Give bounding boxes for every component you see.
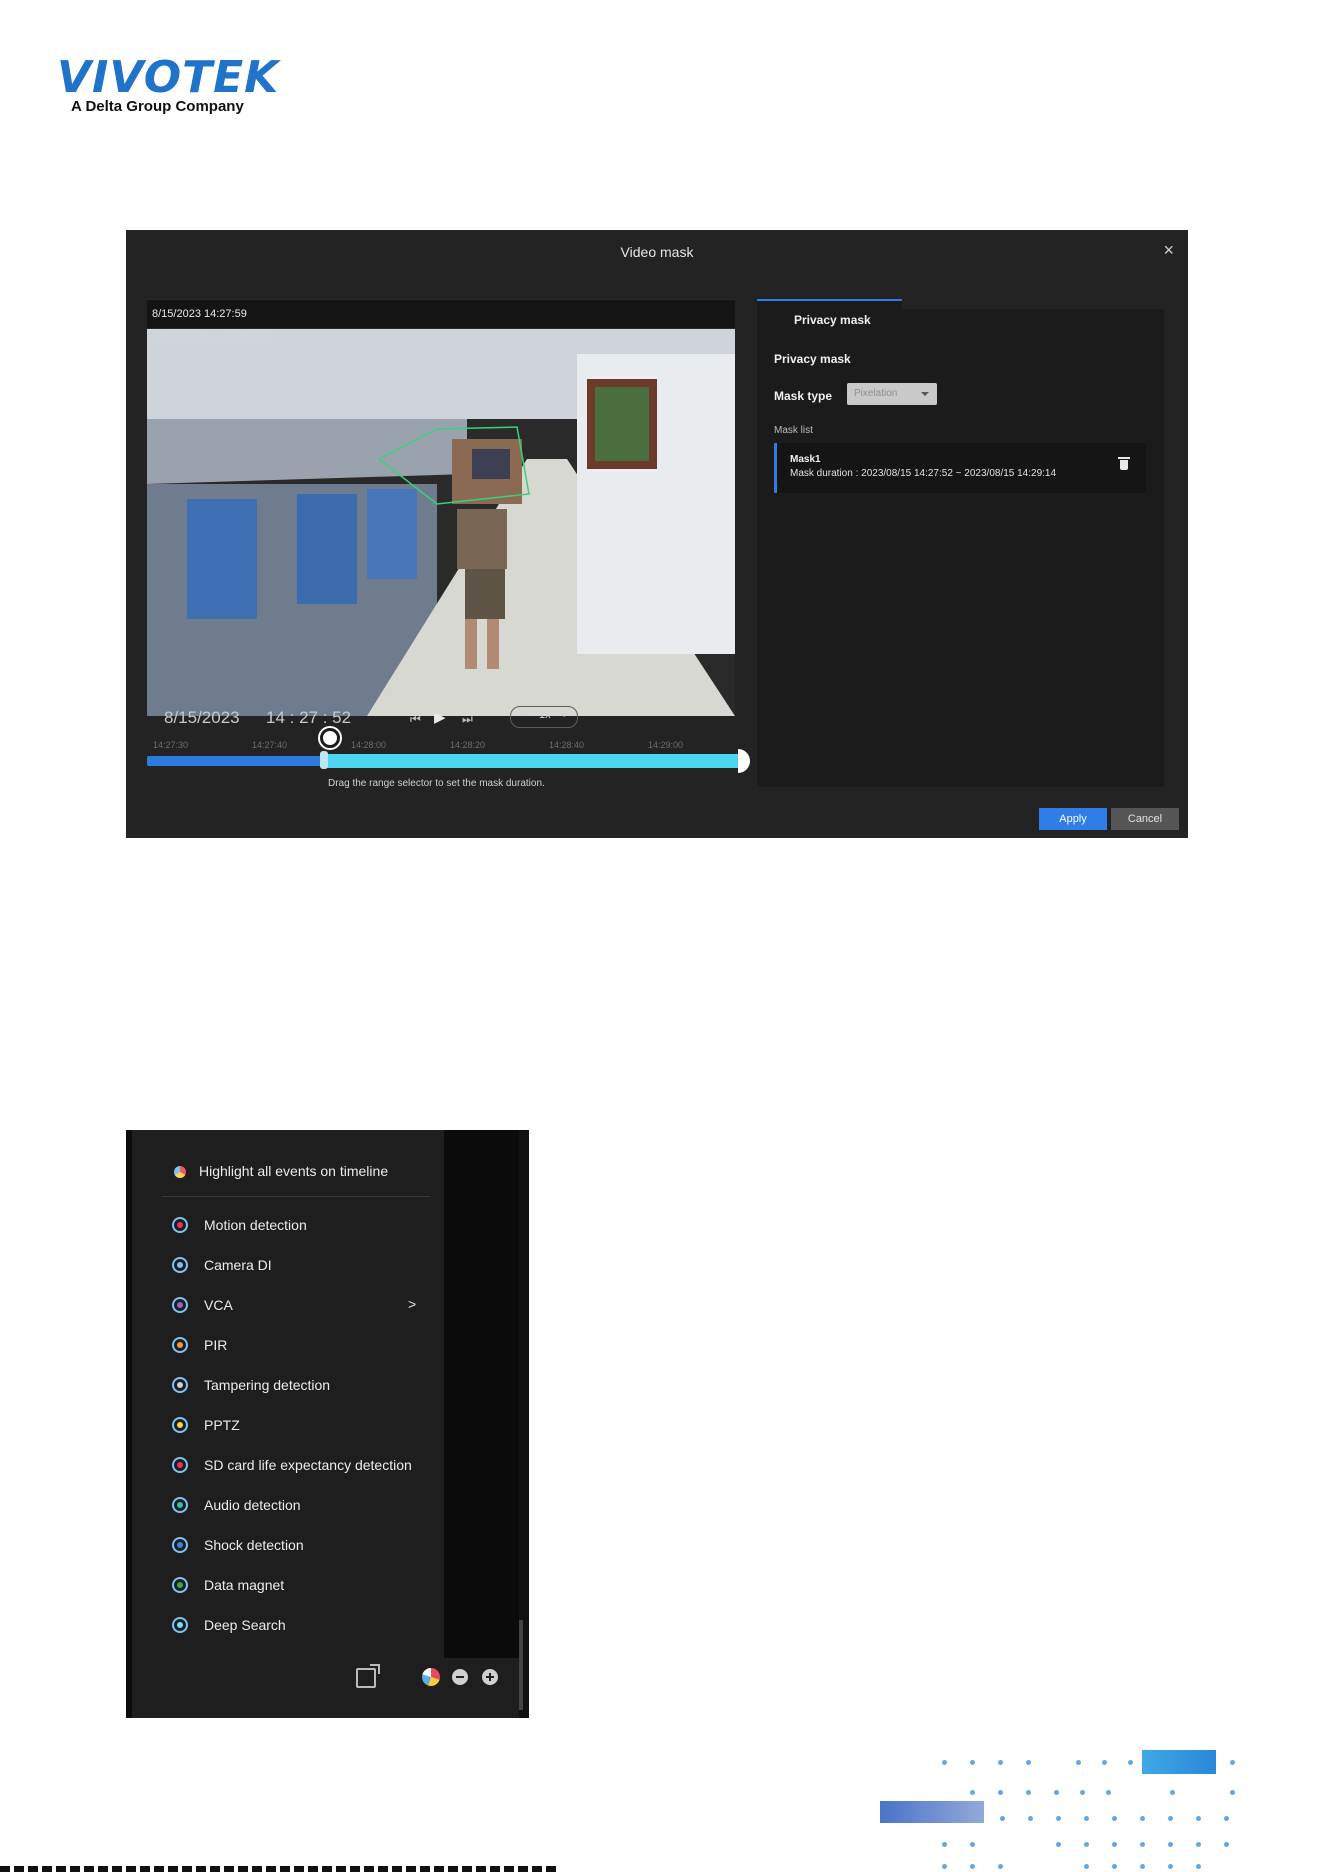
speed-increase-button[interactable]: + bbox=[561, 709, 567, 721]
radio-icon bbox=[172, 1377, 188, 1393]
logo-tagline: A Delta Group Company bbox=[71, 98, 244, 115]
tick-label: 14:27:40 bbox=[252, 740, 288, 750]
event-item-deep-search[interactable]: Deep Search bbox=[170, 1614, 440, 1638]
logo-word: VIVOTEK bbox=[57, 52, 280, 103]
event-item-vca[interactable]: VCA > bbox=[170, 1294, 440, 1318]
vivotek-logo: VIVOTEK A Delta Group Company bbox=[57, 56, 278, 126]
radio-icon bbox=[172, 1497, 188, 1513]
event-item-pir[interactable]: PIR bbox=[170, 1334, 440, 1358]
apply-button[interactable]: Apply bbox=[1039, 808, 1107, 830]
tab-label: Privacy mask bbox=[794, 313, 871, 327]
tick-label: 14:28:00 bbox=[351, 740, 387, 750]
event-label: VCA bbox=[204, 1297, 233, 1313]
cancel-button[interactable]: Cancel bbox=[1111, 808, 1179, 830]
trash-icon[interactable] bbox=[1118, 457, 1130, 470]
radio-icon bbox=[172, 1257, 188, 1273]
event-item-sd-card[interactable]: SD card life expectancy detection bbox=[170, 1454, 440, 1478]
radio-icon bbox=[172, 1577, 188, 1593]
playhead-marker[interactable] bbox=[320, 728, 340, 748]
section-heading: Privacy mask bbox=[774, 352, 851, 366]
privacy-mask-panel bbox=[757, 309, 1164, 787]
speed-decrease-button[interactable]: − bbox=[520, 709, 526, 721]
event-item-pptz[interactable]: PPTZ bbox=[170, 1414, 440, 1438]
chevron-right-icon[interactable]: > bbox=[408, 1296, 416, 1312]
play-icon[interactable]: ▶ bbox=[434, 708, 446, 726]
video-mask-dialog: Video mask × 8/15/2023 14:27:59 2023/08/… bbox=[126, 230, 1188, 838]
range-end-handle[interactable] bbox=[738, 749, 750, 773]
decorative-dots bbox=[880, 1748, 1260, 1872]
highlight-all-events[interactable]: Highlight all events on timeline bbox=[199, 1163, 388, 1179]
mask-list-item[interactable]: Mask1 Mask duration : 2023/08/15 14:27:5… bbox=[774, 443, 1146, 493]
radio-icon bbox=[172, 1337, 188, 1353]
range-hint: Drag the range selector to set the mask … bbox=[328, 778, 545, 789]
playback-time: 14 : 27 : 52 bbox=[266, 708, 352, 727]
highlight-icon bbox=[174, 1166, 186, 1178]
radio-icon bbox=[172, 1537, 188, 1553]
event-label: PIR bbox=[204, 1337, 228, 1353]
zoom-out-icon[interactable] bbox=[452, 1669, 468, 1685]
mask-list-label: Mask list bbox=[774, 425, 813, 436]
event-label: Audio detection bbox=[204, 1497, 301, 1513]
tick-label: 14:28:40 bbox=[549, 740, 585, 750]
event-filter-panel: Highlight all events on timeline Motion … bbox=[126, 1130, 529, 1718]
speed-value: 1x bbox=[539, 709, 551, 721]
zoom-in-icon[interactable] bbox=[482, 1669, 498, 1685]
tick-label: 14:27:30 bbox=[153, 740, 189, 750]
close-icon[interactable]: × bbox=[1163, 240, 1174, 261]
playback-date: 8/15/2023 bbox=[164, 708, 240, 727]
timeline-ticks: 14:27:30 14:27:40 14:28:00 14:28:20 14:2… bbox=[147, 740, 735, 752]
event-label: Tampering detection bbox=[204, 1377, 331, 1393]
event-item-data-magnet[interactable]: Data magnet bbox=[170, 1574, 440, 1598]
next-frame-icon[interactable]: ⏭ bbox=[462, 712, 473, 727]
event-item-camera-di[interactable]: Camera DI bbox=[170, 1254, 440, 1278]
video-preview[interactable] bbox=[147, 299, 735, 716]
mask-type-label: Mask type bbox=[774, 389, 833, 403]
event-label: PPTZ bbox=[204, 1417, 240, 1433]
event-label: Shock detection bbox=[204, 1537, 304, 1553]
radio-icon bbox=[172, 1297, 188, 1313]
export-icon[interactable] bbox=[356, 1664, 380, 1688]
mask-range-selection[interactable] bbox=[324, 754, 740, 768]
range-start-handle[interactable] bbox=[320, 751, 328, 769]
video-timestamp: 8/15/2023 14:27:59 bbox=[152, 308, 247, 320]
event-label: Data magnet bbox=[204, 1577, 285, 1593]
event-label: SD card life expectancy detection bbox=[204, 1457, 412, 1473]
chevron-down-icon bbox=[921, 392, 929, 396]
divider bbox=[162, 1196, 430, 1197]
video-osd-text: 2023/08/15 14:27:59 bbox=[152, 332, 272, 344]
event-item-audio-detection[interactable]: Audio detection bbox=[170, 1494, 440, 1518]
radio-icon bbox=[172, 1617, 188, 1633]
tick-label: 14:29:00 bbox=[648, 740, 684, 750]
mask-duration: Mask duration : 2023/08/15 14:27:52 ~ 20… bbox=[790, 468, 1057, 479]
event-item-motion-detection[interactable]: Motion detection bbox=[170, 1214, 440, 1238]
event-label: Motion detection bbox=[204, 1217, 307, 1233]
event-label: Deep Search bbox=[204, 1617, 286, 1633]
scrollbar[interactable] bbox=[519, 1620, 523, 1710]
mask-name: Mask1 bbox=[790, 454, 821, 465]
speed-control: − 1x + bbox=[510, 706, 578, 728]
tick-label: 14:28:20 bbox=[450, 740, 486, 750]
office-scene-image bbox=[147, 299, 735, 716]
footer-line bbox=[0, 1866, 560, 1872]
event-label: Camera DI bbox=[204, 1257, 272, 1273]
radio-icon bbox=[172, 1457, 188, 1473]
radio-icon bbox=[172, 1417, 188, 1433]
dialog-title: Video mask bbox=[620, 244, 694, 260]
radio-icon bbox=[172, 1217, 188, 1233]
mask-type-value: Pixelation bbox=[854, 388, 898, 399]
event-item-tampering-detection[interactable]: Tampering detection bbox=[170, 1374, 440, 1398]
event-item-shock-detection[interactable]: Shock detection bbox=[170, 1534, 440, 1558]
bottom-toolbar bbox=[132, 1658, 519, 1718]
mask-type-select[interactable]: Pixelation bbox=[847, 383, 937, 405]
previous-frame-icon[interactable]: ⏮ bbox=[410, 712, 421, 727]
event-menu: Highlight all events on timeline Motion … bbox=[132, 1130, 444, 1658]
event-highlight-icon[interactable] bbox=[422, 1668, 440, 1686]
